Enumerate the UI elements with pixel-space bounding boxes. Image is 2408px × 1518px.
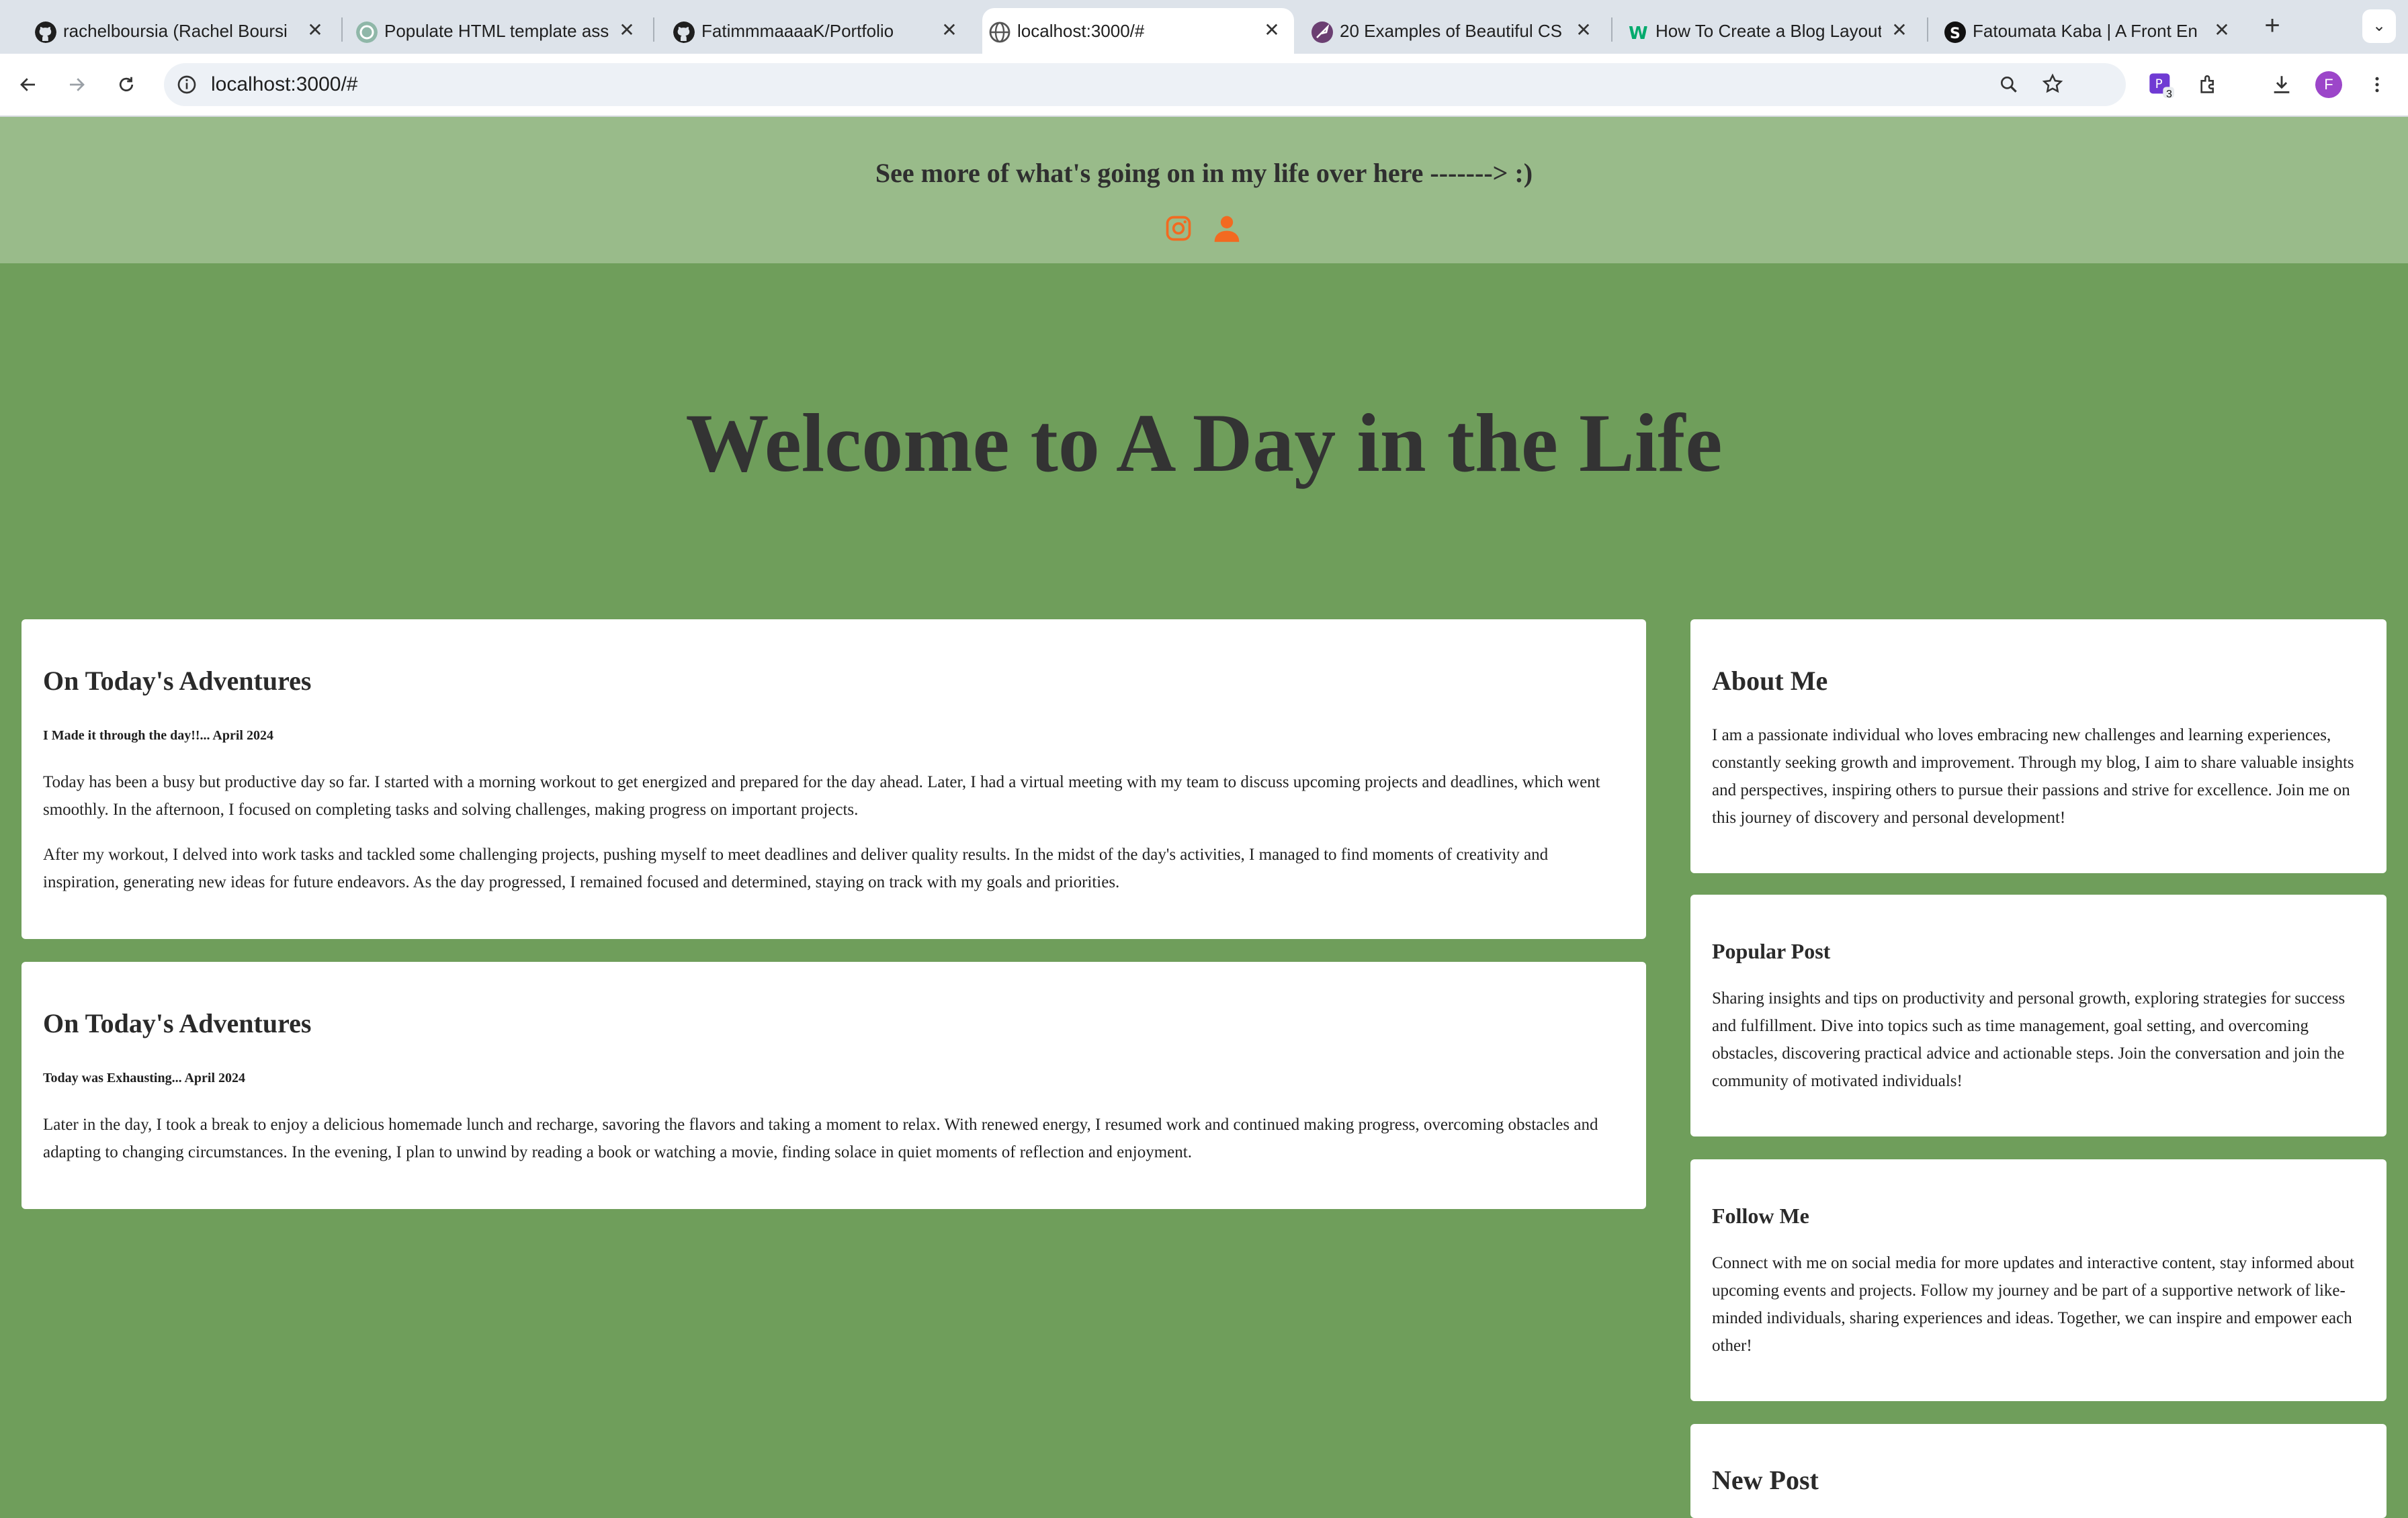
close-tab-icon[interactable]: ✕	[939, 20, 959, 40]
kebab-menu-icon	[2375, 77, 2379, 93]
globe-icon	[989, 21, 1010, 43]
new-post-heading: New Post	[1712, 1465, 1819, 1495]
bookmark-star-icon[interactable]	[2041, 73, 2064, 95]
chatgpt-icon	[356, 21, 378, 43]
svg-text:P: P	[2155, 77, 2163, 91]
post-heading: On Today's Adventures	[43, 1008, 312, 1038]
page-title: Welcome to A Day in the Life	[685, 397, 1723, 489]
close-tab-icon[interactable]: ✕	[2212, 20, 2232, 40]
tab-title: 20 Examples of Beautiful CS	[1340, 20, 1562, 41]
tab-blog-layout[interactable]: W How To Create a Blog Layout ✕	[1621, 8, 1922, 54]
social-links	[1164, 214, 1242, 243]
tab-separator	[1611, 17, 1612, 42]
reload-button[interactable]	[110, 69, 142, 101]
tab-title: FatimmmaaaaK/Portfolio	[701, 20, 894, 41]
browser-menu-button[interactable]	[2361, 69, 2393, 101]
post-subtitle: I Made it through the day!!... April 202…	[43, 728, 273, 743]
new-post-card: New Post	[1690, 1424, 2386, 1518]
url-text[interactable]: localhost:3000/#	[211, 63, 358, 106]
zoom-icon[interactable]	[1998, 74, 2020, 95]
close-tab-icon[interactable]: ✕	[617, 20, 637, 40]
tab-search-button[interactable]: ⌄	[2362, 9, 2396, 43]
banner-message: See more of what's going on in my life o…	[875, 158, 1533, 188]
extension-badge-count: 3	[2166, 89, 2172, 100]
github-icon	[35, 21, 56, 43]
browser-toolbar: localhost:3000/# P 3 F	[0, 54, 2408, 117]
tab-separator	[1927, 17, 1928, 42]
blog-post-card: On Today's Adventures Today was Exhausti…	[22, 962, 1646, 1209]
tab-title: Fatoumata Kaba | A Front En	[1973, 20, 2198, 41]
extension-button[interactable]: P 3	[2145, 69, 2177, 101]
close-tab-icon[interactable]: ✕	[1574, 20, 1594, 40]
close-tab-icon[interactable]: ✕	[1262, 20, 1282, 40]
svg-text:S: S	[1950, 26, 1961, 42]
about-heading: About Me	[1712, 666, 1828, 696]
download-icon	[2274, 76, 2290, 93]
tab-title: Populate HTML template ass	[384, 20, 609, 41]
tab-title: rachelboursia (Rachel Boursi	[63, 20, 288, 41]
page-content: See more of what's going on in my life o…	[0, 117, 2408, 1518]
post-subtitle: Today was Exhausting... April 2024	[43, 1071, 246, 1085]
tab-portfolio[interactable]: FatimmmaaaaK/Portfolio ✕	[666, 8, 972, 54]
squarespace-icon: S	[1944, 21, 1966, 43]
tab-rachelboursia[interactable]: rachelboursia (Rachel Boursi ✕	[28, 8, 337, 54]
top-banner: See more of what's going on in my life o…	[0, 117, 2408, 263]
user-profile-icon[interactable]	[1212, 214, 1242, 243]
tab-separator	[341, 17, 343, 42]
rocket-icon	[1312, 21, 1333, 43]
reload-icon	[119, 77, 134, 91]
about-me-card: About Me I am a passionate individual wh…	[1690, 619, 2386, 873]
svg-text:W: W	[1629, 24, 1648, 43]
back-button[interactable]	[12, 69, 44, 101]
post-heading: On Today's Adventures	[43, 666, 312, 696]
popular-post-card: Popular Post Sharing insights and tips o…	[1690, 895, 2386, 1136]
browser-tab-strip: rachelboursia (Rachel Boursi ✕ Populate …	[0, 0, 2408, 54]
tab-separator	[653, 17, 654, 42]
close-tab-icon[interactable]: ✕	[305, 20, 325, 40]
tab-title: How To Create a Blog Layout	[1656, 20, 1881, 41]
w3schools-icon: W	[1629, 24, 1648, 43]
blog-post-card: On Today's Adventures I Made it through …	[22, 619, 1646, 939]
site-info-icon[interactable]	[176, 74, 198, 95]
post-paragraph: Today has been a busy but productive day…	[43, 773, 1600, 819]
tab-title: localhost:3000/#	[1017, 20, 1145, 41]
follow-me-card: Follow Me Connect with me on social medi…	[1690, 1159, 2386, 1401]
close-tab-icon[interactable]: ✕	[1889, 20, 1909, 40]
tab-css-examples[interactable]: 20 Examples of Beautiful CS ✕	[1305, 8, 1606, 54]
popular-text: Sharing insights and tips on productivit…	[1712, 989, 2346, 1090]
follow-heading: Follow Me	[1712, 1204, 1809, 1228]
forward-button[interactable]	[60, 69, 93, 101]
downloads-button[interactable]	[2266, 69, 2298, 101]
tab-localhost-active[interactable]: localhost:3000/# ✕	[982, 8, 1294, 54]
github-icon	[673, 21, 695, 43]
about-text: I am a passionate individual who loves e…	[1712, 726, 2354, 827]
instagram-icon[interactable]	[1164, 214, 1193, 243]
follow-text: Connect with me on social media for more…	[1712, 1254, 2354, 1355]
popular-heading: Popular Post	[1712, 939, 1831, 963]
extensions-menu-button[interactable]	[2193, 69, 2225, 101]
profile-avatar[interactable]: F	[2315, 71, 2342, 98]
tab-populate-html[interactable]: Populate HTML template ass ✕	[349, 8, 649, 54]
post-paragraph: After my workout, I delved into work tas…	[43, 846, 1549, 891]
address-bar[interactable]: localhost:3000/#	[164, 63, 2126, 106]
post-paragraph: Later in the day, I took a break to enjo…	[43, 1116, 1598, 1161]
new-tab-button[interactable]: +	[2259, 12, 2286, 39]
puzzle-icon	[2200, 75, 2214, 93]
back-arrow-icon	[20, 78, 35, 91]
tab-fatoumata-kaba[interactable]: S Fatoumata Kaba | A Front En ✕	[1938, 8, 2244, 54]
forward-arrow-icon	[70, 78, 85, 91]
